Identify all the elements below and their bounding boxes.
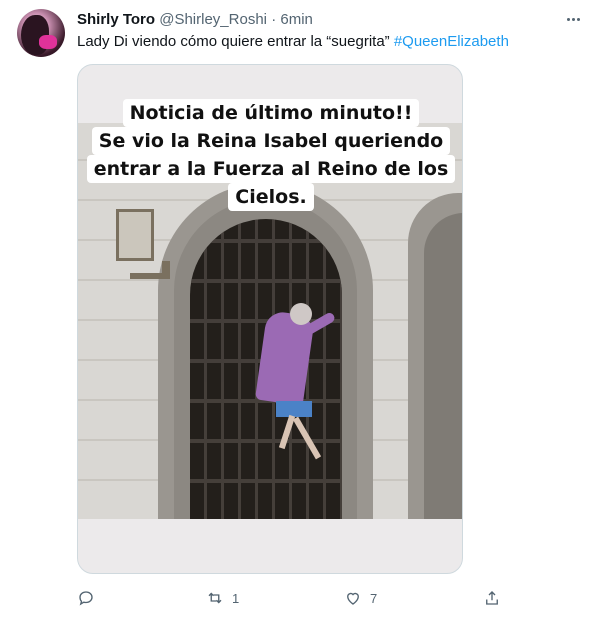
like-button[interactable]: 7 (344, 586, 377, 610)
like-count: 7 (370, 590, 378, 606)
caption-line: Se vio la Reina Isabel queriendo (91, 127, 451, 155)
more-icon[interactable] (562, 8, 584, 30)
author-name[interactable]: Shirly Toro (77, 11, 155, 28)
retweet-button[interactable]: 1 (206, 586, 239, 610)
tweet-header: Shirly Toro @Shirley_Roshi · 6min (77, 10, 313, 30)
share-button[interactable] (483, 586, 501, 610)
tweet-actions: 1 7 (77, 586, 517, 610)
retweet-icon (208, 592, 222, 604)
tweet[interactable]: Shirly Toro @Shirley_Roshi · 6min Lady D… (0, 0, 601, 621)
tweet-media[interactable]: Noticia de último minuto!! Se vio la Rei… (77, 64, 463, 574)
separator: · (271, 11, 277, 28)
avatar[interactable] (17, 9, 65, 57)
caption-line: Noticia de último minuto!! (122, 99, 420, 127)
media-caption: Noticia de último minuto!! Se vio la Rei… (78, 99, 462, 211)
caption-line: entrar a la Fuerza al Reino de los (86, 155, 456, 183)
reply-button[interactable] (77, 586, 103, 610)
like-icon (347, 592, 359, 605)
hashtag-link[interactable]: #QueenElizabeth (394, 33, 509, 50)
reply-icon (79, 591, 93, 606)
lamp-icon (116, 209, 154, 261)
timestamp[interactable]: 6min (280, 11, 313, 28)
tweet-body: Lady Di viendo cómo quiere entrar la “su… (77, 33, 394, 50)
retweet-count: 1 (232, 590, 240, 606)
author-handle[interactable]: @Shirley_Roshi (159, 11, 267, 28)
caption-line: Cielos. (228, 183, 314, 211)
share-icon (486, 591, 498, 605)
tweet-text: Lady Di viendo cómo quiere entrar la “su… (77, 32, 509, 52)
